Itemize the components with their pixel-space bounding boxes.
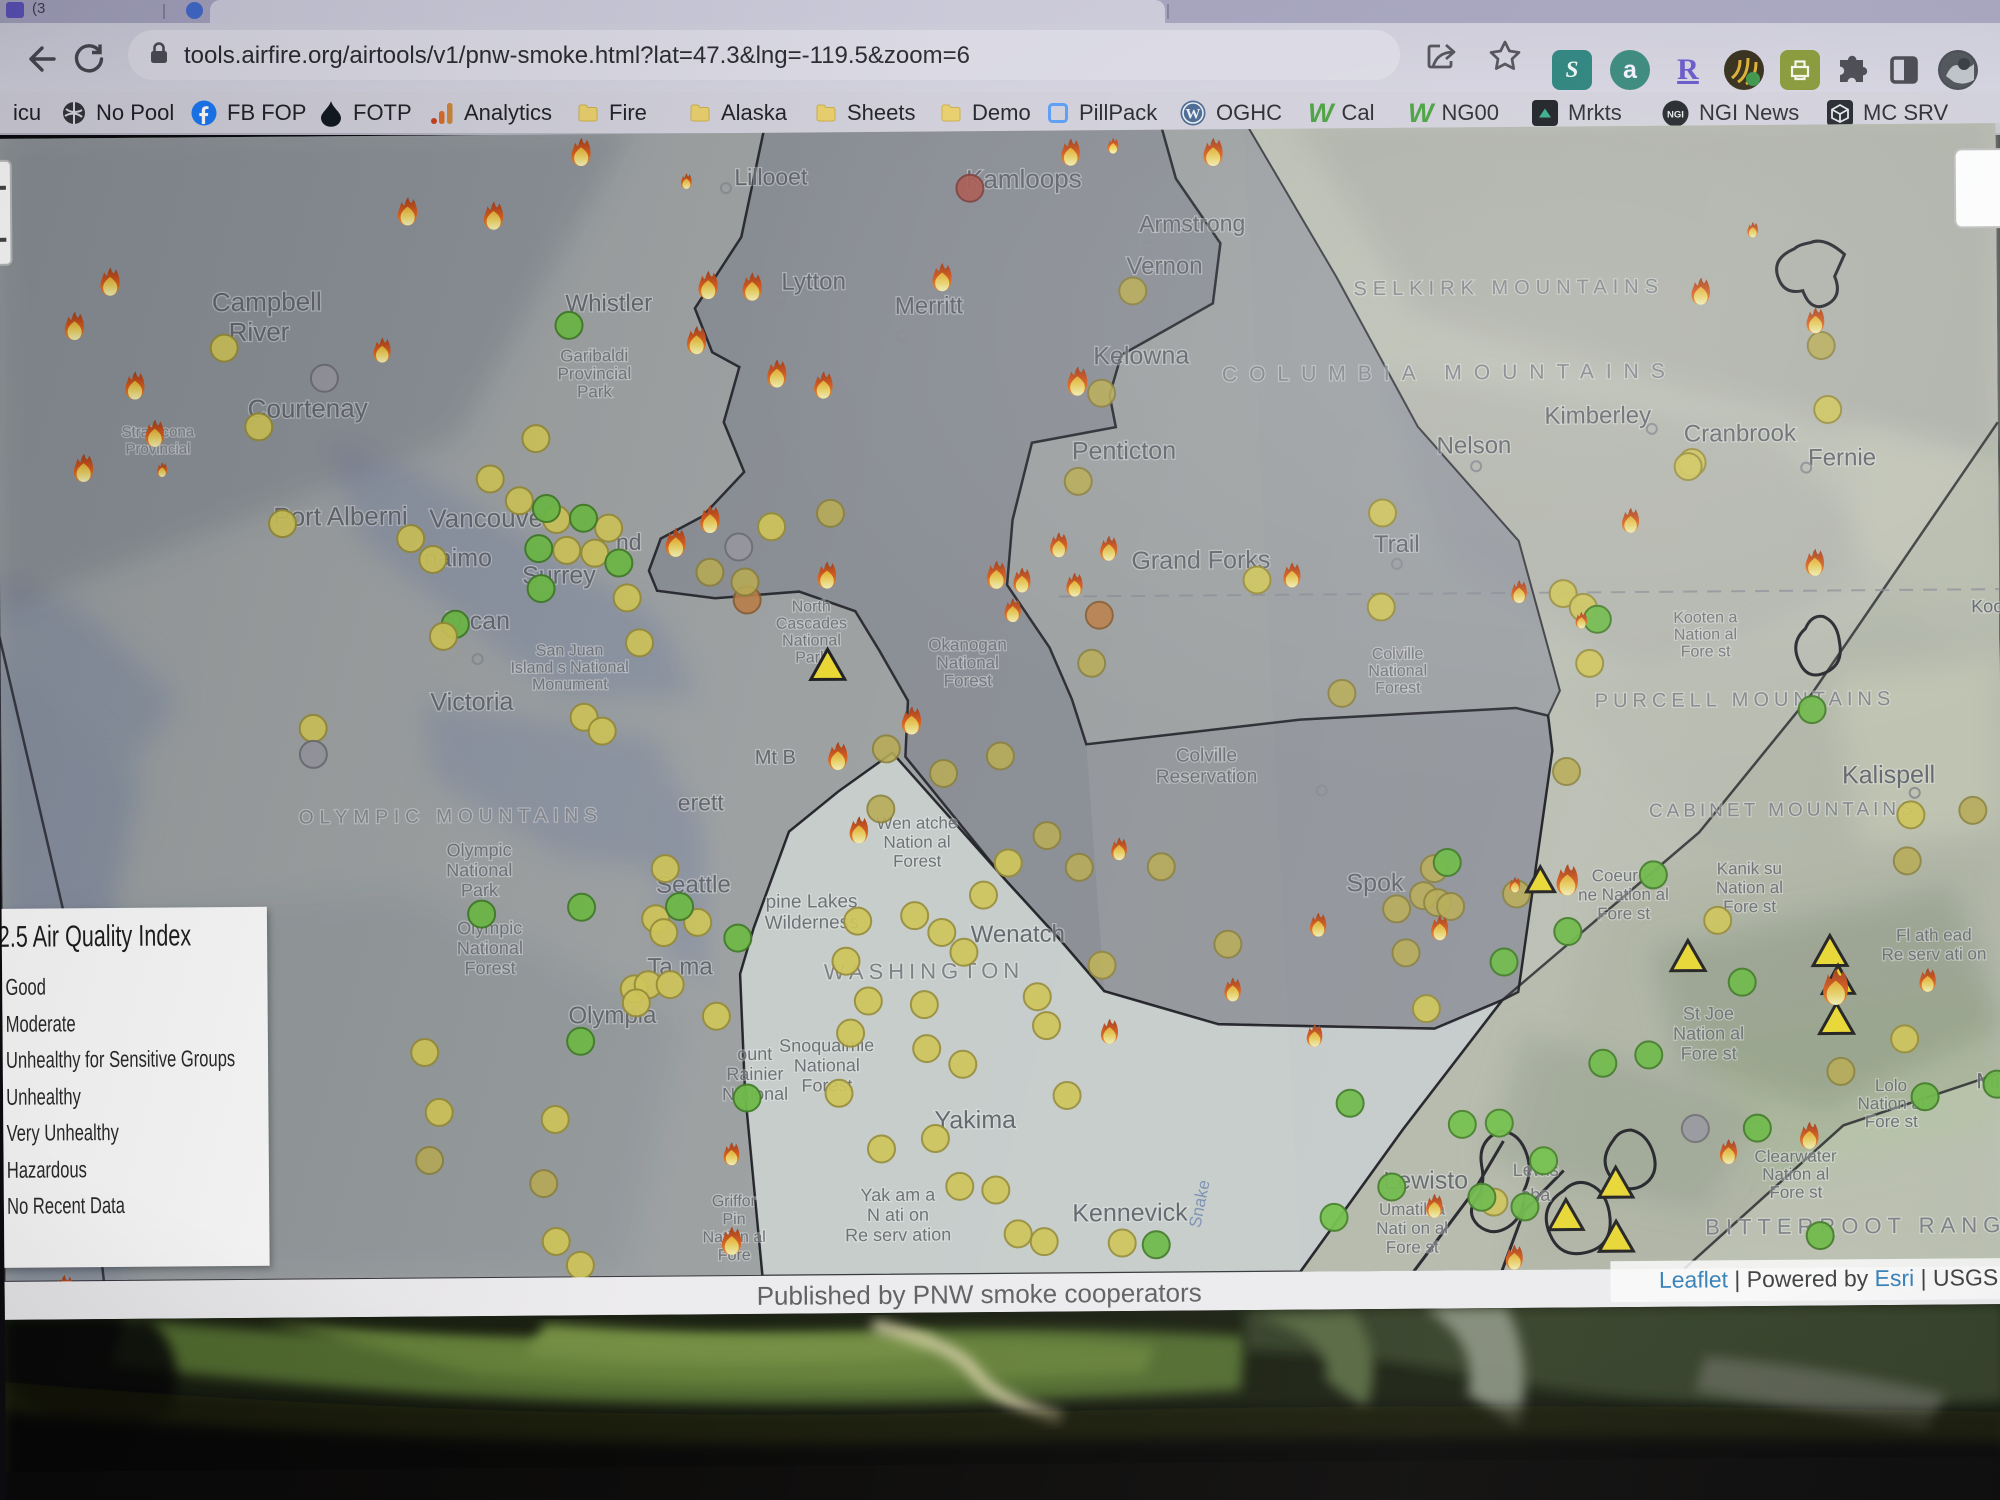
svg-text:NGI: NGI <box>1667 109 1684 120</box>
svg-text:W: W <box>1186 107 1201 123</box>
